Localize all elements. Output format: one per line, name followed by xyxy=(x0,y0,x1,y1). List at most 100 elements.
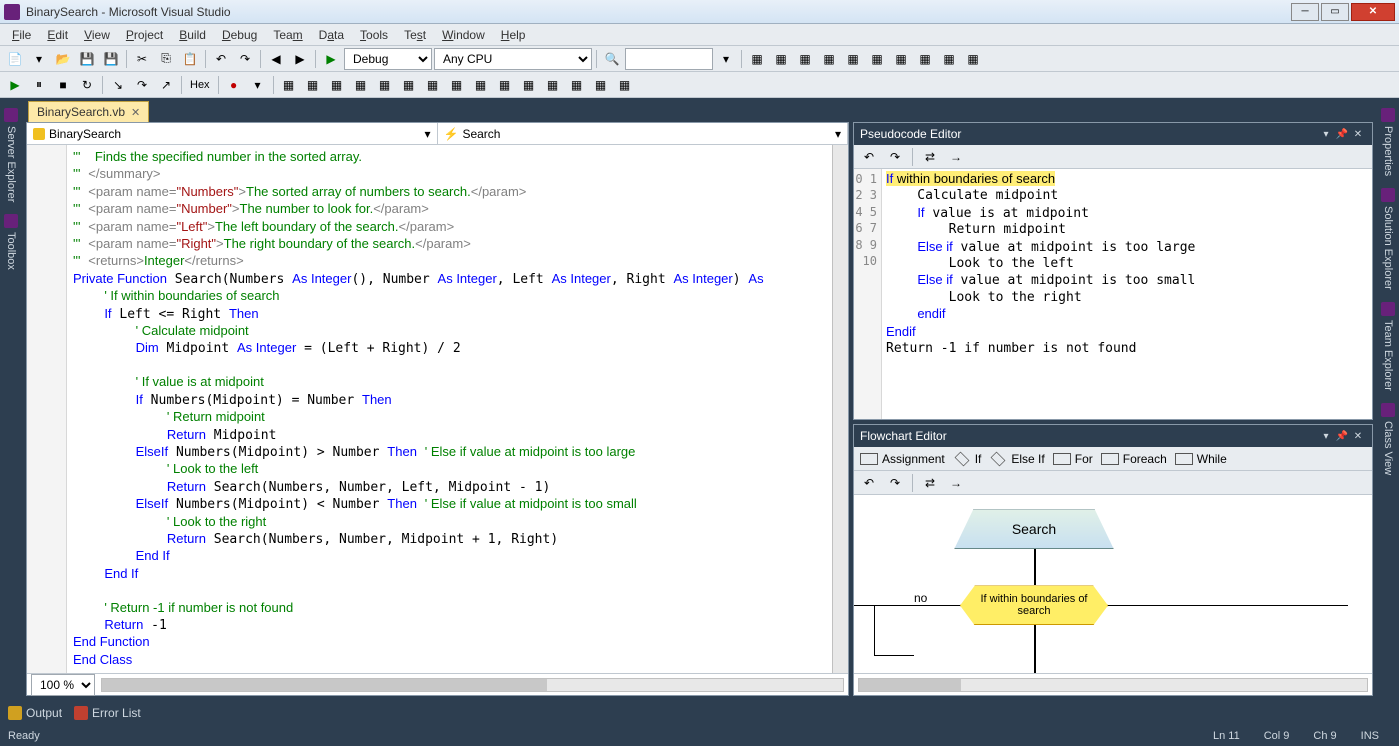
tool-icon-10[interactable]: ▦ xyxy=(962,48,984,70)
menu-window[interactable]: Window xyxy=(434,26,493,44)
pin-icon[interactable]: 📌 xyxy=(1334,126,1350,142)
platform-combo[interactable]: Any CPU xyxy=(434,48,592,70)
flow-hscroll[interactable] xyxy=(858,678,1368,692)
flow-arrow-icon[interactable]: → xyxy=(945,472,967,494)
pin-icon[interactable]: 📌 xyxy=(1334,428,1350,444)
tool2-9[interactable]: ▦ xyxy=(446,74,468,96)
flow-tool-elseif[interactable]: Else If xyxy=(989,452,1044,466)
tool-icon-6[interactable]: ▦ xyxy=(866,48,888,70)
step-into-icon[interactable]: ↘ xyxy=(107,74,129,96)
bottom-tab-errorlist[interactable]: Error List xyxy=(74,706,141,720)
tool2-15[interactable]: ▦ xyxy=(590,74,612,96)
menu-team[interactable]: Team xyxy=(265,26,310,44)
pseudo-redo-icon[interactable]: ↷ xyxy=(884,146,906,168)
menu-tools[interactable]: Tools xyxy=(352,26,396,44)
doctab-binarysearch[interactable]: BinarySearch.vb ✕ xyxy=(28,101,149,122)
vscroll[interactable] xyxy=(832,145,848,673)
tool-icon-9[interactable]: ▦ xyxy=(938,48,960,70)
find-input[interactable] xyxy=(625,48,713,70)
stop-icon[interactable]: ■ xyxy=(52,74,74,96)
cut-icon[interactable]: ✂ xyxy=(131,48,153,70)
find-icon[interactable]: 🔍 xyxy=(601,48,623,70)
config-combo[interactable]: Debug xyxy=(344,48,432,70)
tool2-12[interactable]: ▦ xyxy=(518,74,540,96)
paste-icon[interactable]: 📋 xyxy=(179,48,201,70)
pseudo-sync-icon[interactable]: ⇄ xyxy=(919,146,941,168)
start-debug-icon[interactable]: ▶ xyxy=(320,48,342,70)
continue-icon[interactable]: ▶ xyxy=(4,74,26,96)
tool-icon-7[interactable]: ▦ xyxy=(890,48,912,70)
undo-icon[interactable]: ↶ xyxy=(210,48,232,70)
panel-close-icon[interactable]: ✕ xyxy=(1350,428,1366,444)
flow-node-start[interactable]: Search xyxy=(954,509,1114,549)
bottom-tab-output[interactable]: Output xyxy=(8,706,62,720)
flow-tool-if[interactable]: If xyxy=(953,452,982,466)
rail-properties[interactable]: Properties xyxy=(1377,102,1399,182)
menu-file[interactable]: File xyxy=(4,26,39,44)
nav-back-icon[interactable]: ◀ xyxy=(265,48,287,70)
tool2-14[interactable]: ▦ xyxy=(566,74,588,96)
tool2-16[interactable]: ▦ xyxy=(614,74,636,96)
rail-team-explorer[interactable]: Team Explorer xyxy=(1377,296,1399,397)
hex-toggle[interactable]: Hex xyxy=(186,74,214,96)
rail-solution-explorer[interactable]: Solution Explorer xyxy=(1377,182,1399,296)
rail-class-view[interactable]: Class View xyxy=(1377,397,1399,481)
new-file-icon[interactable]: ▾ xyxy=(28,48,50,70)
pseudo-text[interactable]: If within boundaries of search Calculate… xyxy=(882,169,1372,419)
tool-icon-3[interactable]: ▦ xyxy=(794,48,816,70)
tool2-7[interactable]: ▦ xyxy=(398,74,420,96)
menu-edit[interactable]: Edit xyxy=(39,26,76,44)
tool2-2[interactable]: ▦ xyxy=(278,74,300,96)
menu-build[interactable]: Build xyxy=(171,26,214,44)
tool2-10[interactable]: ▦ xyxy=(470,74,492,96)
pseudo-arrow-icon[interactable]: → xyxy=(945,146,967,168)
flow-tool-while[interactable]: While xyxy=(1175,452,1227,466)
tool2-4[interactable]: ▦ xyxy=(326,74,348,96)
code-gutter[interactable] xyxy=(27,145,67,673)
step-out-icon[interactable]: ↗ xyxy=(155,74,177,96)
flow-tool-foreach[interactable]: Foreach xyxy=(1101,452,1167,466)
menu-view[interactable]: View xyxy=(76,26,118,44)
tool2-3[interactable]: ▦ xyxy=(302,74,324,96)
menu-data[interactable]: Data xyxy=(311,26,352,44)
flow-redo-icon[interactable]: ↷ xyxy=(884,472,906,494)
menu-help[interactable]: Help xyxy=(493,26,534,44)
flowchart-canvas[interactable]: Search no If within boundaries of search xyxy=(854,495,1372,673)
dropdown-icon[interactable]: ▾ xyxy=(715,48,737,70)
restart-icon[interactable]: ↻ xyxy=(76,74,98,96)
panel-menu-icon[interactable]: ▾ xyxy=(1318,126,1334,142)
minimize-button[interactable]: ─ xyxy=(1291,3,1319,21)
new-project-icon[interactable]: 📄 xyxy=(4,48,26,70)
tool2-8[interactable]: ▦ xyxy=(422,74,444,96)
method-combo[interactable]: ⚡Search▾ xyxy=(438,123,849,144)
class-combo[interactable]: BinarySearch▾ xyxy=(27,123,438,144)
flow-tool-assignment[interactable]: Assignment xyxy=(860,452,945,466)
breakpoint-icon[interactable]: ● xyxy=(223,74,245,96)
tool2-6[interactable]: ▦ xyxy=(374,74,396,96)
tool-icon-5[interactable]: ▦ xyxy=(842,48,864,70)
hscroll[interactable] xyxy=(101,678,844,692)
pseudo-undo-icon[interactable]: ↶ xyxy=(858,146,880,168)
code-text[interactable]: ''' Finds the specified number in the so… xyxy=(67,145,832,673)
open-icon[interactable]: 📂 xyxy=(52,48,74,70)
flow-sync-icon[interactable]: ⇄ xyxy=(919,472,941,494)
panel-menu-icon[interactable]: ▾ xyxy=(1318,428,1334,444)
tool-icon-2[interactable]: ▦ xyxy=(770,48,792,70)
rail-server-explorer[interactable]: Server Explorer xyxy=(0,102,22,208)
flow-tool-for[interactable]: For xyxy=(1053,452,1093,466)
tool-icon-1[interactable]: ▦ xyxy=(746,48,768,70)
tool-icon-8[interactable]: ▦ xyxy=(914,48,936,70)
save-all-icon[interactable]: 💾 xyxy=(100,48,122,70)
zoom-combo[interactable]: 100 % xyxy=(31,674,95,696)
pause-icon[interactable]: ⏸ xyxy=(28,74,50,96)
tool2-5[interactable]: ▦ xyxy=(350,74,372,96)
tool2-11[interactable]: ▦ xyxy=(494,74,516,96)
close-button[interactable]: ✕ xyxy=(1351,3,1395,21)
panel-close-icon[interactable]: ✕ xyxy=(1350,126,1366,142)
step-over-icon[interactable]: ↷ xyxy=(131,74,153,96)
copy-icon[interactable]: ⎘ xyxy=(155,48,177,70)
menu-project[interactable]: Project xyxy=(118,26,171,44)
flow-node-decision[interactable]: If within boundaries of search xyxy=(960,585,1108,625)
save-icon[interactable]: 💾 xyxy=(76,48,98,70)
doctab-close-icon[interactable]: ✕ xyxy=(131,106,140,119)
